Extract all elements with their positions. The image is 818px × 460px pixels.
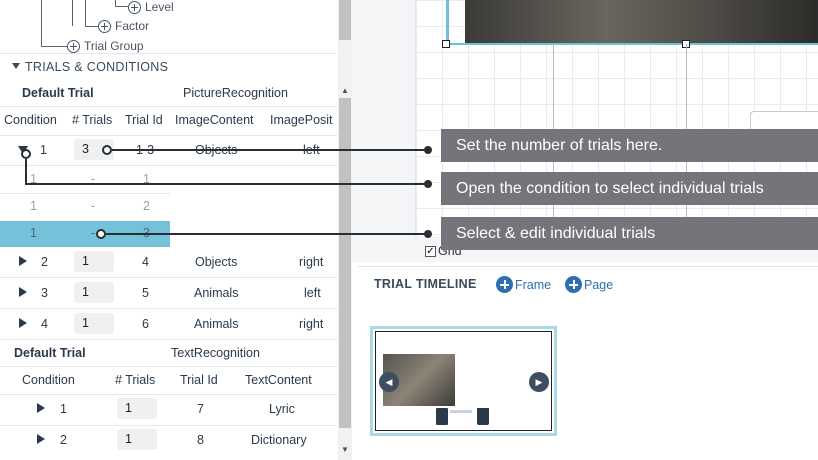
tooltip-set-trials: Set the number of trials here.	[441, 129, 818, 162]
col-header-condition[interactable]: Condition	[4, 113, 57, 127]
pointer-origin-icon	[102, 145, 112, 155]
condition-cell: 1	[60, 402, 67, 416]
tree-node-level-label: Level	[145, 0, 174, 14]
content-cell: Animals	[194, 317, 239, 331]
trials-stepper[interactable]: 1	[74, 313, 114, 334]
scroll-up-arrow-icon[interactable]: ▲	[341, 86, 349, 95]
tree-node-trial-group[interactable]: Trial Group	[67, 39, 144, 53]
content-cell: Objects	[195, 255, 238, 269]
add-frame-button[interactable]: Frame	[496, 276, 551, 293]
sub-condition-cell: 1	[30, 199, 37, 213]
delete-icon[interactable]	[477, 408, 489, 425]
col-header-trials[interactable]: # Trials	[72, 113, 112, 127]
pointer-line	[25, 159, 27, 184]
expand-row-icon[interactable]	[37, 434, 45, 444]
add-icon[interactable]	[98, 19, 111, 33]
tree-node-level[interactable]: Level	[128, 0, 174, 14]
thumbnail-text-element	[450, 410, 472, 413]
condition-cell: 2	[60, 433, 67, 447]
col-header-trial-id[interactable]: Trial Id	[125, 113, 163, 127]
trial-id-cell: 4	[142, 255, 149, 269]
collapse-caret-icon[interactable]	[12, 63, 20, 69]
selection-border	[446, 0, 449, 44]
trial-id-cell: 8	[197, 433, 204, 447]
expand-row-icon[interactable]	[37, 403, 45, 413]
tree-node-trial-group-label: Trial Group	[84, 39, 144, 53]
resize-handle[interactable]	[442, 40, 450, 48]
table1-task: PictureRecognition	[183, 86, 288, 100]
expand-row-icon[interactable]	[19, 287, 27, 297]
table1-name: Default Trial	[22, 86, 94, 100]
position-cell: left	[304, 286, 321, 300]
selection-border	[446, 43, 818, 45]
content-cell: Lyric	[269, 402, 295, 416]
col-header-condition[interactable]: Condition	[22, 373, 75, 387]
trials-stepper[interactable]: 1	[117, 429, 157, 450]
condition-cell: 1	[40, 143, 47, 157]
section-title[interactable]: TRIALS & CONDITIONS	[25, 60, 168, 74]
frame-image[interactable]	[465, 0, 818, 44]
expand-row-icon[interactable]	[19, 318, 27, 328]
condition-cell: 4	[41, 317, 48, 331]
col-header-image-position[interactable]: ImagePosit	[270, 113, 333, 127]
trials-stepper[interactable]: 1	[117, 398, 157, 419]
expand-row-icon[interactable]	[19, 256, 27, 266]
trials-stepper[interactable]: 1	[74, 251, 114, 272]
col-header-trials[interactable]: # Trials	[115, 373, 155, 387]
move-right-icon[interactable]: ▶	[529, 372, 549, 392]
add-page-label: Page	[584, 277, 614, 292]
trials-stepper[interactable]: 1	[74, 282, 114, 303]
scroll-down-arrow-icon[interactable]: ▼	[341, 445, 349, 454]
add-icon[interactable]	[67, 39, 80, 53]
sub-trials-cell: -	[91, 199, 96, 213]
col-header-text-content[interactable]: TextContent	[245, 373, 312, 387]
pointer-line	[25, 183, 428, 185]
upper-scrollbar-thumb[interactable]	[339, 0, 351, 40]
position-cell: right	[299, 317, 324, 331]
add-page-button[interactable]: Page	[565, 276, 613, 293]
pointer-origin-icon	[96, 229, 106, 239]
table2-name: Default Trial	[14, 346, 86, 360]
add-frame-label: Frame	[515, 277, 552, 292]
col-header-image-content[interactable]: ImageContent	[175, 113, 254, 127]
trials-panel: Level Factor Trial Group TRIALS & CONDIT…	[0, 0, 352, 460]
pointer-dot-icon	[424, 146, 432, 154]
copy-icon[interactable]	[436, 408, 448, 425]
tree-node-factor-label: Factor	[115, 19, 150, 33]
tree-node-factor[interactable]: Factor	[98, 19, 149, 33]
trial-id-cell: 6	[142, 317, 149, 331]
pointer-line	[112, 149, 428, 151]
pointer-origin-icon	[21, 149, 31, 159]
timeline-title: TRIAL TIMELINE	[374, 277, 477, 291]
table2-task: TextRecognition	[171, 346, 260, 360]
col-header-trial-id[interactable]: Trial Id	[180, 373, 218, 387]
sub-trials-cell: -	[91, 226, 96, 240]
pointer-line	[106, 233, 428, 235]
trial-id-cell: 7	[197, 402, 204, 416]
grid-checkbox[interactable]: ✓	[425, 245, 436, 257]
content-cell: Dictionary	[251, 433, 307, 447]
add-circle-icon	[496, 276, 513, 293]
add-circle-icon	[565, 276, 582, 293]
sub-condition-cell: 1	[30, 226, 37, 240]
pointer-dot-icon	[424, 230, 432, 238]
sub-trial-id-cell: 2	[143, 199, 150, 213]
pointer-dot-icon	[424, 180, 432, 188]
condition-cell: 3	[41, 286, 48, 300]
trial-id-cell: 5	[142, 286, 149, 300]
position-cell: right	[299, 255, 324, 269]
scrollbar-thumb[interactable]	[339, 98, 351, 428]
tooltip-open-condition: Open the condition to select individual …	[441, 172, 818, 205]
content-cell: Animals	[194, 286, 239, 300]
add-icon[interactable]	[128, 0, 141, 14]
tooltip-select-trials: Select & edit individual trials	[441, 217, 818, 250]
move-left-icon[interactable]: ◀	[379, 372, 399, 392]
condition-cell: 2	[41, 255, 48, 269]
